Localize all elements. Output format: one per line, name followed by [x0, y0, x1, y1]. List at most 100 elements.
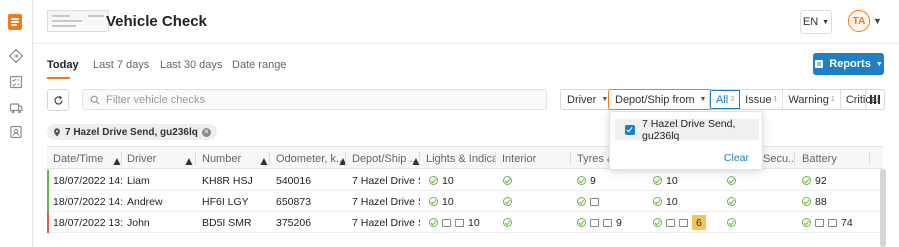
active-filter-chip-label: 7 Hazel Drive Send, gu236lq — [65, 126, 198, 138]
cell-battery: 92 — [802, 170, 862, 191]
col-header-label: Interior — [502, 152, 537, 165]
check-icon — [727, 197, 736, 206]
col-header-odometer[interactable]: Odometer, k... — [276, 147, 346, 170]
cell-lights-value: 10 — [442, 174, 454, 187]
search-box — [82, 89, 547, 110]
col-header-interior[interactable]: Interior — [502, 147, 570, 170]
warning-value-badge: 6 — [692, 215, 706, 230]
chevron-down-icon: ▼ — [875, 60, 883, 68]
app-logo-icon[interactable] — [8, 14, 22, 30]
tab-date-range[interactable]: Date range — [232, 59, 286, 71]
language-label: EN — [802, 16, 819, 28]
cell-col9: 10 — [653, 170, 713, 191]
col-header-lights[interactable]: Lights & Indica... — [426, 147, 496, 170]
photo-icon — [666, 218, 675, 227]
cell-lights: 10 — [429, 191, 495, 212]
columns-toggle-button[interactable] — [865, 89, 885, 110]
caret-down-icon: ▼ — [699, 96, 707, 103]
chevron-down-icon: ▼ — [822, 18, 830, 26]
table-row[interactable]: 18/07/2022 14:... Liam KH8R HSJ 540016 7… — [47, 170, 883, 191]
cell-odometer: 650873 — [276, 195, 312, 208]
columns-icon — [869, 95, 881, 104]
cell-tyres: 9 — [577, 212, 647, 233]
cell-battery-value: 74 — [841, 216, 853, 229]
check-icon — [802, 197, 811, 206]
cell-security — [727, 212, 767, 233]
status-flag — [47, 212, 49, 233]
cell-driver: Andrew — [127, 195, 163, 208]
col-header-label: Lights & Indica... — [426, 152, 496, 165]
tab-last-30-days[interactable]: Last 30 days — [160, 59, 222, 71]
cell-lights-value: 10 — [442, 195, 454, 208]
vertical-scrollbar[interactable] — [880, 169, 886, 247]
clear-filter-link[interactable]: Clear — [724, 152, 749, 164]
search-input[interactable] — [106, 93, 506, 106]
avatar[interactable]: TA — [848, 10, 870, 32]
col-header-number[interactable]: Number — [202, 147, 262, 170]
driver-badge-icon[interactable] — [9, 125, 23, 139]
cell-depot: 7 Hazel Drive Se... — [352, 216, 420, 229]
depot-filter-dropdown[interactable]: Depot/Ship from ▼ — [608, 89, 714, 110]
driver-filter-dropdown[interactable]: Driver ▼ — [560, 89, 616, 110]
col-header-driver[interactable]: Driver — [127, 147, 187, 170]
active-tab-indicator — [47, 77, 70, 79]
cell-depot: 7 Hazel Drive Se... — [352, 195, 420, 208]
depot-dropdown-menu: 7 Hazel Drive Send, gu236lq Clear — [609, 111, 763, 170]
depot-option[interactable]: 7 Hazel Drive Send, gu236lq — [615, 117, 759, 142]
checkbox-checked-icon[interactable] — [625, 124, 635, 135]
check-icon — [577, 218, 586, 227]
language-selector[interactable]: EN ▼ — [800, 10, 832, 34]
vehicle-icon[interactable] — [9, 101, 23, 115]
col-header-label: Odometer, k... — [276, 152, 346, 165]
refresh-button[interactable] — [47, 89, 69, 111]
segment-issue[interactable]: Issue 1 — [740, 90, 784, 109]
check-icon — [429, 197, 438, 206]
cell-depot: 7 Hazel Drive Se... — [352, 174, 420, 187]
cell-security — [727, 191, 767, 212]
col-header-label: Number — [202, 152, 242, 165]
page-title: Vehicle Check — [106, 13, 207, 30]
photo-icon — [815, 218, 824, 227]
segment-all-label: All — [716, 93, 729, 106]
cell-lights-value: 10 — [468, 216, 480, 229]
cell-tyres — [577, 191, 637, 212]
check-icon — [727, 176, 736, 185]
segment-warning-label: Warning — [788, 93, 829, 106]
cell-battery: 88 — [802, 191, 862, 212]
col-header-battery[interactable]: Battery — [802, 147, 872, 170]
col-header-label: Battery — [802, 152, 837, 165]
cell-tyres: 9 — [577, 170, 637, 191]
checklist-icon[interactable] — [9, 75, 23, 89]
tab-today[interactable]: Today — [47, 59, 79, 71]
route-icon[interactable] — [9, 49, 23, 63]
cell-battery: 74 — [802, 212, 872, 233]
col-header-label: Depot/Ship ... — [352, 152, 417, 165]
reports-button[interactable]: Reports ▼ — [813, 53, 884, 75]
check-icon — [653, 176, 662, 185]
check-icon — [653, 218, 662, 227]
table-row[interactable]: 18/07/2022 13:... John BD5I SMR 375206 7… — [47, 212, 883, 233]
col-header-label: Date/Time — [53, 152, 104, 165]
segment-warning[interactable]: Warning 1 — [783, 90, 841, 109]
col-header-depot[interactable]: Depot/Ship ... — [352, 147, 417, 170]
top-header: Vehicle Check EN ▼ TA ▼ — [33, 0, 899, 44]
segment-all[interactable]: All 3 — [710, 90, 741, 109]
tab-last-7-days[interactable]: Last 7 days — [93, 59, 149, 71]
col-header-security[interactable]: Secu... — [763, 147, 793, 170]
comment-icon — [679, 218, 688, 227]
cell-tyres-value: 9 — [590, 174, 596, 187]
cell-battery-value: 92 — [815, 174, 827, 187]
status-segmented-control: All 3 Issue 1 Warning 1 Critical — [709, 89, 886, 110]
search-icon — [90, 95, 100, 104]
col-header-label: Secu... — [763, 152, 793, 165]
table-row[interactable]: 18/07/2022 14:... Andrew HF6I LGY 650873… — [47, 191, 883, 212]
cell-driver: Liam — [127, 174, 150, 187]
depot-option-label: 7 Hazel Drive Send, gu236lq — [642, 117, 736, 142]
check-icon — [577, 197, 586, 206]
segment-issue-label: Issue — [745, 93, 772, 106]
cell-number: HF6I LGY — [202, 195, 249, 208]
check-icon — [503, 197, 512, 206]
col-header-label: Driver — [127, 152, 157, 165]
remove-filter-icon[interactable]: ✕ — [201, 127, 211, 137]
chevron-down-icon[interactable]: ▼ — [873, 16, 882, 26]
